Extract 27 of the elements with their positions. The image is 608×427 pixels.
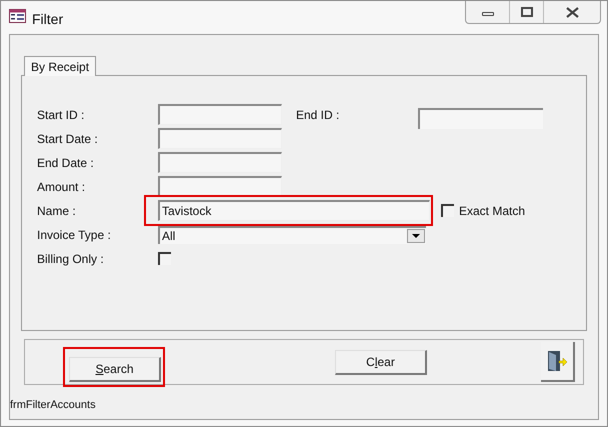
command-button[interactable]: Search <box>69 357 161 382</box>
field-label: Billing Only : <box>37 250 105 268</box>
dropdown[interactable]: All <box>158 226 426 244</box>
text-field[interactable]: Tavistock <box>158 200 430 221</box>
text-field[interactable] <box>158 152 282 173</box>
field-label: Amount : <box>37 178 86 196</box>
field-label: End Date : <box>37 154 95 172</box>
text-field[interactable] <box>158 176 282 197</box>
field-label: End ID : <box>296 106 340 124</box>
text-field[interactable] <box>158 128 282 149</box>
form-icon <box>9 9 26 23</box>
field-label: Invoice Type : <box>37 226 112 244</box>
checkbox[interactable] <box>158 252 171 265</box>
tab[interactable]: By Receipt <box>24 56 96 76</box>
door-exit-icon <box>547 350 567 372</box>
command-button[interactable]: Clear <box>335 350 427 374</box>
window-title: Filter <box>32 10 64 29</box>
field-label: Start Date : <box>37 130 99 148</box>
checkbox-label: Exact Match <box>459 202 526 220</box>
exit-button[interactable] <box>541 342 575 382</box>
text-field[interactable] <box>418 108 543 129</box>
form-name: frmFilterAccounts <box>10 398 97 413</box>
checkbox[interactable] <box>441 204 454 217</box>
field-label: Name : <box>37 202 77 220</box>
field-label: Start ID : <box>37 106 86 124</box>
close-icon[interactable] <box>566 6 578 18</box>
text-field[interactable] <box>158 104 282 125</box>
